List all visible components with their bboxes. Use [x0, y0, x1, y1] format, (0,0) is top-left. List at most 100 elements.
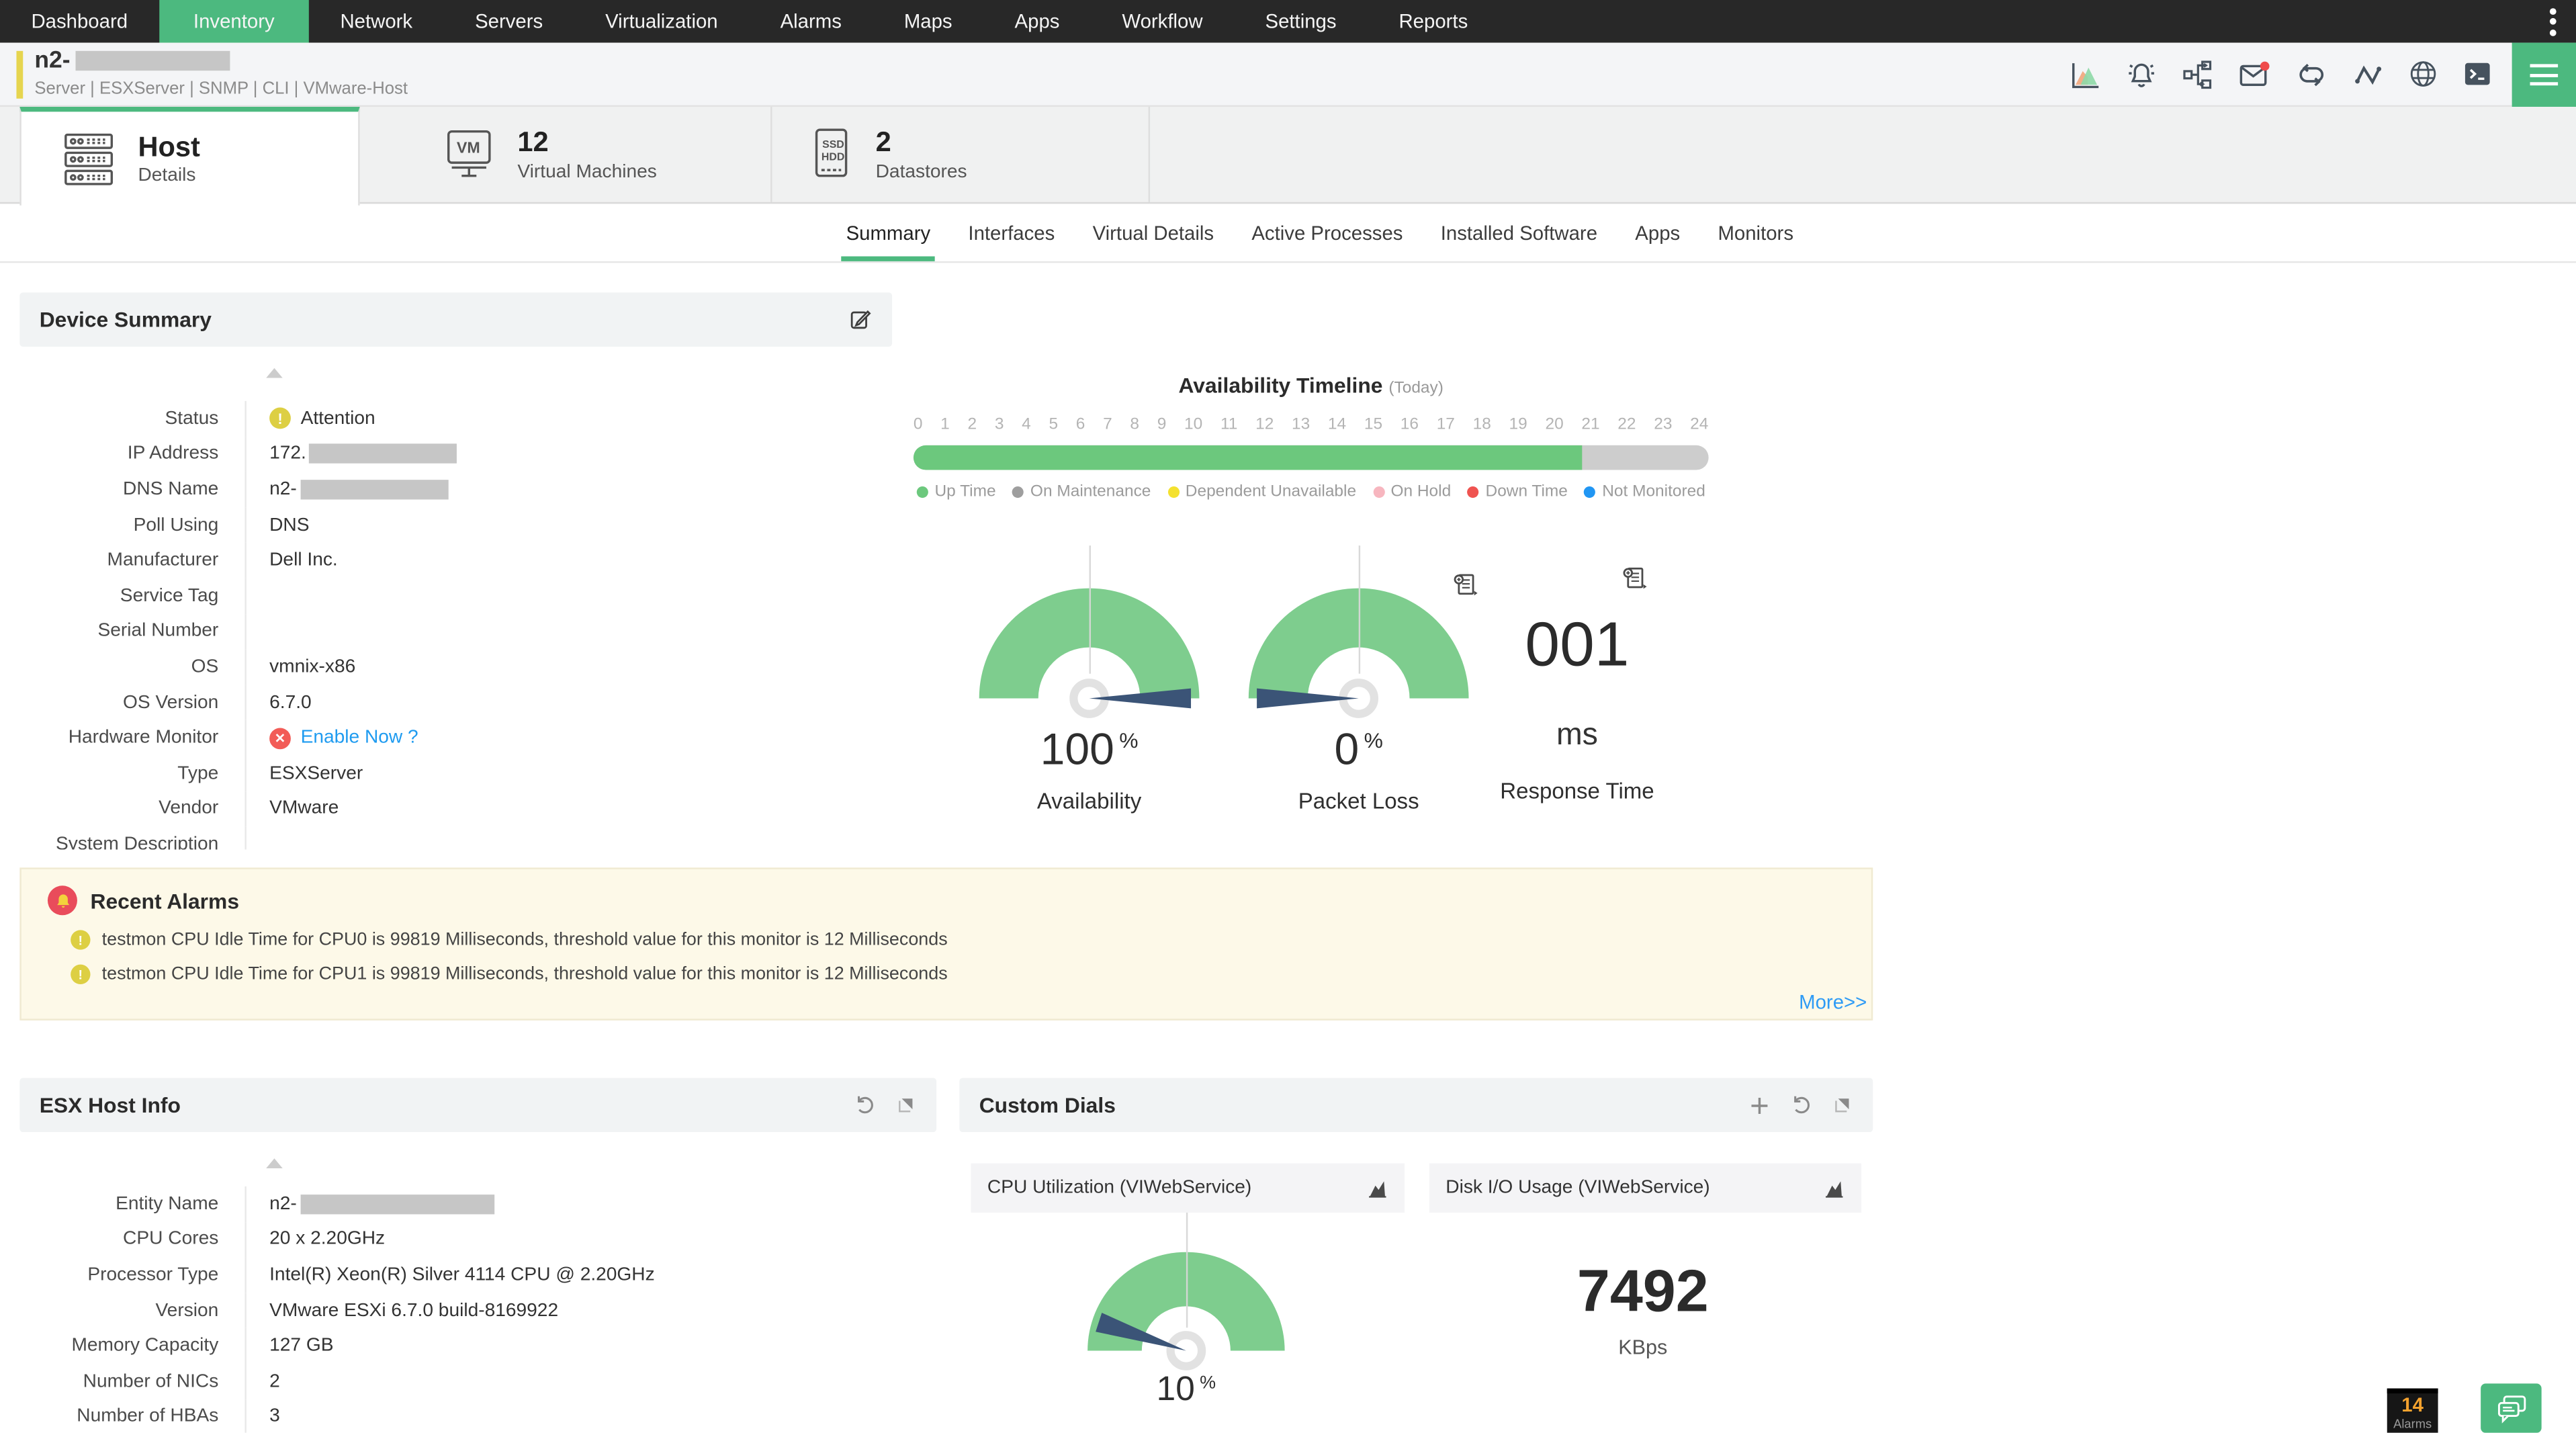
disk-io-unit: KBps	[1618, 1336, 1668, 1359]
field-label: Type	[19, 755, 247, 791]
field-label: Hardware Monitor	[19, 720, 247, 756]
field-row-poll: Poll Using DNS	[19, 507, 892, 544]
field-label: System Description	[19, 826, 247, 850]
nav-item-reports[interactable]: Reports	[1368, 0, 1499, 43]
field-value: ESXServer	[269, 763, 363, 783]
kebab-menu-icon[interactable]	[2530, 0, 2576, 43]
field-row-entity-name: Entity Name n2-	[19, 1186, 936, 1222]
alarms-more-link[interactable]: More>>	[1799, 991, 2559, 1425]
packet-loss-gauge: 0% Packet Loss	[1248, 546, 1469, 814]
device-name: n2-	[34, 47, 71, 75]
subtab-summary[interactable]: Summary	[841, 204, 936, 261]
svg-text:VM: VM	[457, 138, 480, 156]
mail-icon[interactable]	[2236, 56, 2272, 91]
device-summary-title: Device Summary	[39, 307, 212, 333]
nav-item-inventory[interactable]: Inventory	[159, 0, 310, 43]
field-label: Entity Name	[19, 1186, 247, 1222]
vm-monitor-icon: VM	[447, 130, 491, 177]
mini-chart-icon[interactable]	[1367, 1177, 1388, 1199]
esx-host-info-fields: Entity Name n2- CPU Cores 20 x 2.20GHz P…	[19, 1186, 936, 1433]
downtime-legend-dot	[1467, 486, 1479, 498]
dependent-legend-dot	[1167, 486, 1180, 498]
gauge-center-line	[1088, 546, 1090, 674]
availability-timeline-bar[interactable]	[913, 445, 1709, 470]
field-value: vmnix-x86	[269, 657, 356, 677]
alarms-count-badge[interactable]: 14 Alarms	[2387, 1388, 2438, 1433]
expand-icon[interactable]	[895, 1094, 917, 1116]
nav-item-maps[interactable]: Maps	[873, 0, 983, 43]
device-categories: Server | ESXServer | SNMP | CLI | VMware…	[34, 79, 408, 99]
subtab-virtual-details[interactable]: Virtual Details	[1087, 204, 1218, 261]
tab-host-title: Host	[138, 130, 200, 163]
nav-item-workflow[interactable]: Workflow	[1091, 0, 1234, 43]
edit-icon[interactable]	[848, 307, 873, 332]
custom-dials-header: Custom Dials	[959, 1078, 1873, 1133]
gauge-center-line	[1185, 1213, 1188, 1328]
chat-support-icon[interactable]	[2481, 1383, 2542, 1433]
datastore-icon: SSD HDD	[815, 128, 848, 177]
globe-icon[interactable]	[2407, 58, 2440, 91]
entity-tabs: Host Details VM 12 Virtual Machines SSD …	[0, 106, 2576, 206]
field-row-service-tag: Service Tag	[19, 578, 892, 614]
field-label: Poll Using	[19, 507, 247, 544]
custom-dials-title: Custom Dials	[979, 1092, 1116, 1118]
workflow-icon[interactable]	[2180, 56, 2215, 91]
nav-item-network[interactable]: Network	[309, 0, 444, 43]
response-time-tile: 001 ms Response Time	[1484, 611, 1671, 804]
alarm-row[interactable]: ! testmon CPU Idle Time for CPU1 is 9981…	[21, 964, 1871, 985]
alarm-bell-badge-icon	[47, 885, 77, 916]
mini-chart-icon[interactable]	[1824, 1177, 1845, 1199]
pulse-graph-icon[interactable]	[2351, 56, 2385, 91]
subtab-interfaces[interactable]: Interfaces	[963, 204, 1060, 261]
enable-now-link[interactable]: Enable Now ?	[301, 728, 418, 748]
response-time-report-icon[interactable]	[1622, 565, 1648, 591]
scroll-up-arrow[interactable]	[266, 1158, 283, 1168]
summary-subtabs: Summary Interfaces Virtual Details Activ…	[0, 204, 2576, 263]
suppress-loop-icon[interactable]	[2293, 56, 2329, 91]
refresh-icon[interactable]	[852, 1092, 877, 1117]
nav-item-apps[interactable]: Apps	[983, 0, 1091, 43]
onhold-legend-dot	[1372, 486, 1384, 498]
attention-severity-icon: !	[71, 930, 91, 950]
performance-chart-icon[interactable]	[2068, 56, 2102, 91]
field-label: OS	[19, 649, 247, 685]
field-label: Manufacturer	[19, 543, 247, 578]
tab-datastores[interactable]: SSD HDD 2 Datastores	[772, 106, 1151, 202]
uptime-legend-dot	[916, 486, 928, 498]
tab-virtual-machines[interactable]: VM 12 Virtual Machines	[360, 106, 772, 202]
field-row-manufacturer: Manufacturer Dell Inc.	[19, 543, 892, 578]
redacted-value	[309, 444, 457, 464]
alarms-count-label: Alarms	[2393, 1416, 2432, 1432]
field-row-memory: Memory Capacity 127 GB	[19, 1328, 936, 1364]
hamburger-menu-icon[interactable]	[2512, 42, 2576, 107]
subtab-active-processes[interactable]: Active Processes	[1247, 204, 1408, 261]
nav-item-settings[interactable]: Settings	[1234, 0, 1368, 43]
field-row-system-description: System Description	[19, 826, 892, 850]
nav-item-virtualization[interactable]: Virtualization	[574, 0, 749, 43]
nav-item-dashboard[interactable]: Dashboard	[0, 0, 159, 43]
subtab-installed-software[interactable]: Installed Software	[1435, 204, 1602, 261]
nav-item-servers[interactable]: Servers	[444, 0, 574, 43]
field-label: Status	[19, 400, 247, 437]
device-summary-fields: Status ! Attention IP Address 172. DNS Na…	[19, 400, 892, 850]
nav-item-alarms[interactable]: Alarms	[749, 0, 873, 43]
refresh-icon[interactable]	[1789, 1092, 1814, 1117]
add-dial-icon[interactable]	[1748, 1094, 1771, 1117]
packet-loss-report-icon[interactable]	[1452, 572, 1478, 598]
tab-host-details[interactable]: Host Details	[19, 106, 360, 206]
subtab-monitors[interactable]: Monitors	[1713, 204, 1798, 261]
field-row-dns: DNS Name n2-	[19, 472, 892, 508]
subtab-apps[interactable]: Apps	[1630, 204, 1685, 261]
field-label: Version	[19, 1293, 247, 1329]
field-row-os: OS vmnix-x86	[19, 649, 892, 685]
field-label: Number of NICs	[19, 1363, 247, 1399]
tab-vm-label: Virtual Machines	[517, 162, 657, 182]
alarm-bell-icon[interactable]	[2124, 56, 2158, 91]
field-row-status: Status ! Attention	[19, 400, 892, 437]
availability-gauge: 100% Availability	[979, 546, 1200, 814]
expand-icon[interactable]	[1832, 1094, 1853, 1116]
alarm-row[interactable]: ! testmon CPU Idle Time for CPU0 is 9981…	[21, 930, 1871, 950]
scroll-up-arrow[interactable]	[266, 367, 283, 378]
field-value: VMware ESXi 6.7.0 build-8169922	[269, 1301, 559, 1321]
terminal-icon[interactable]	[2461, 58, 2494, 91]
